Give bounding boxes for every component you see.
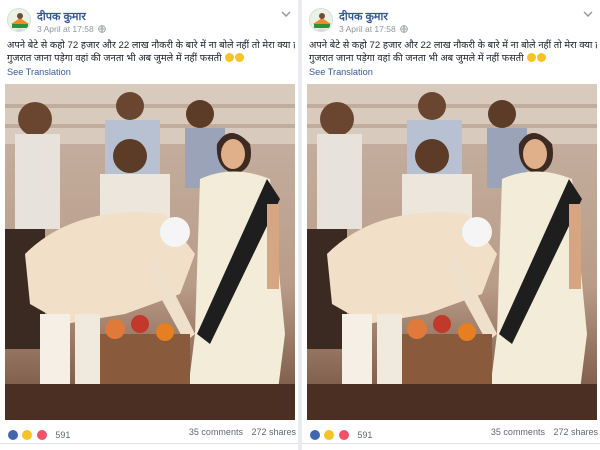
shares-count-link[interactable]: 272 shares xyxy=(553,427,598,437)
post-footer: 591 35 comments 272 shares xyxy=(0,425,298,441)
like-icon xyxy=(309,428,321,441)
facebook-post: दीपक कुमार 3 April at 17:58 अपने बेटे से… xyxy=(0,0,298,450)
see-translation-link[interactable]: See Translation xyxy=(7,67,71,77)
haha-icon xyxy=(21,428,34,441)
comments-count-link[interactable]: 35 comments xyxy=(491,427,545,437)
post-text: अपने बेटे से कहो 72 हजार और 22 लाख नौकरी… xyxy=(7,39,295,65)
post-header: दीपक कुमार 3 April at 17:58 xyxy=(0,6,298,38)
facebook-post: दीपक कुमार 3 April at 17:58 अपने बेटे से… xyxy=(302,0,600,450)
haha-icon xyxy=(323,428,336,441)
see-translation-link[interactable]: See Translation xyxy=(309,67,373,77)
chevron-down-icon[interactable] xyxy=(281,10,291,18)
reaction-count: 591 xyxy=(55,429,71,440)
laughing-emoji-icon xyxy=(537,53,547,62)
avatar[interactable] xyxy=(309,8,333,32)
reactions-summary[interactable]: 591 xyxy=(309,426,373,441)
post-text-line-content: गुजरात जाना पड़ेगा वहां की जनता भी अब जु… xyxy=(309,53,524,64)
post-text-line-content: गुजरात जाना पड़ेगा वहां की जनता भी अब जु… xyxy=(7,53,222,64)
author-name[interactable]: दीपक कुमार xyxy=(339,9,388,24)
post-footer: 591 35 comments 272 shares xyxy=(302,425,600,441)
reactions-summary[interactable]: 591 xyxy=(7,426,71,441)
globe-icon xyxy=(400,25,408,33)
globe-icon xyxy=(98,25,106,33)
laughing-emoji-icon xyxy=(527,53,537,62)
screenshot: दीपक कुमार 3 April at 17:58 अपने बेटे से… xyxy=(0,0,600,450)
avatar[interactable] xyxy=(7,8,31,32)
post-text-line: गुजरात जाना पड़ेगा वहां की जनता भी अब जु… xyxy=(7,52,295,65)
post-text-line: अपने बेटे से कहो 72 हजार और 22 लाख नौकरी… xyxy=(309,40,597,51)
post-timestamp[interactable]: 3 April at 17:58 xyxy=(37,24,106,34)
post-header: दीपक कुमार 3 April at 17:58 xyxy=(302,6,600,38)
post-photo[interactable] xyxy=(5,84,295,420)
love-icon xyxy=(337,428,350,441)
post-timestamp[interactable]: 3 April at 17:58 xyxy=(339,24,408,34)
post-date[interactable]: 3 April at 17:58 xyxy=(37,24,94,34)
reaction-count: 591 xyxy=(357,429,373,440)
post-text-line: गुजरात जाना पड़ेगा वहां की जनता भी अब जु… xyxy=(309,52,597,65)
divider xyxy=(0,443,298,444)
engagement-stats: 35 comments 272 shares xyxy=(183,427,296,437)
shares-count-link[interactable]: 272 shares xyxy=(251,427,296,437)
like-icon xyxy=(7,428,19,441)
post-text: अपने बेटे से कहो 72 हजार और 22 लाख नौकरी… xyxy=(309,39,597,65)
love-icon xyxy=(35,428,48,441)
chevron-down-icon[interactable] xyxy=(583,10,593,18)
author-name[interactable]: दीपक कुमार xyxy=(37,9,86,24)
divider xyxy=(302,443,600,444)
post-text-line: अपने बेटे से कहो 72 हजार और 22 लाख नौकरी… xyxy=(7,40,295,51)
laughing-emoji-icon xyxy=(235,53,245,62)
post-photo[interactable] xyxy=(307,84,597,420)
comments-count-link[interactable]: 35 comments xyxy=(189,427,243,437)
engagement-stats: 35 comments 272 shares xyxy=(485,427,598,437)
laughing-emoji-icon xyxy=(225,53,235,62)
post-date[interactable]: 3 April at 17:58 xyxy=(339,24,396,34)
